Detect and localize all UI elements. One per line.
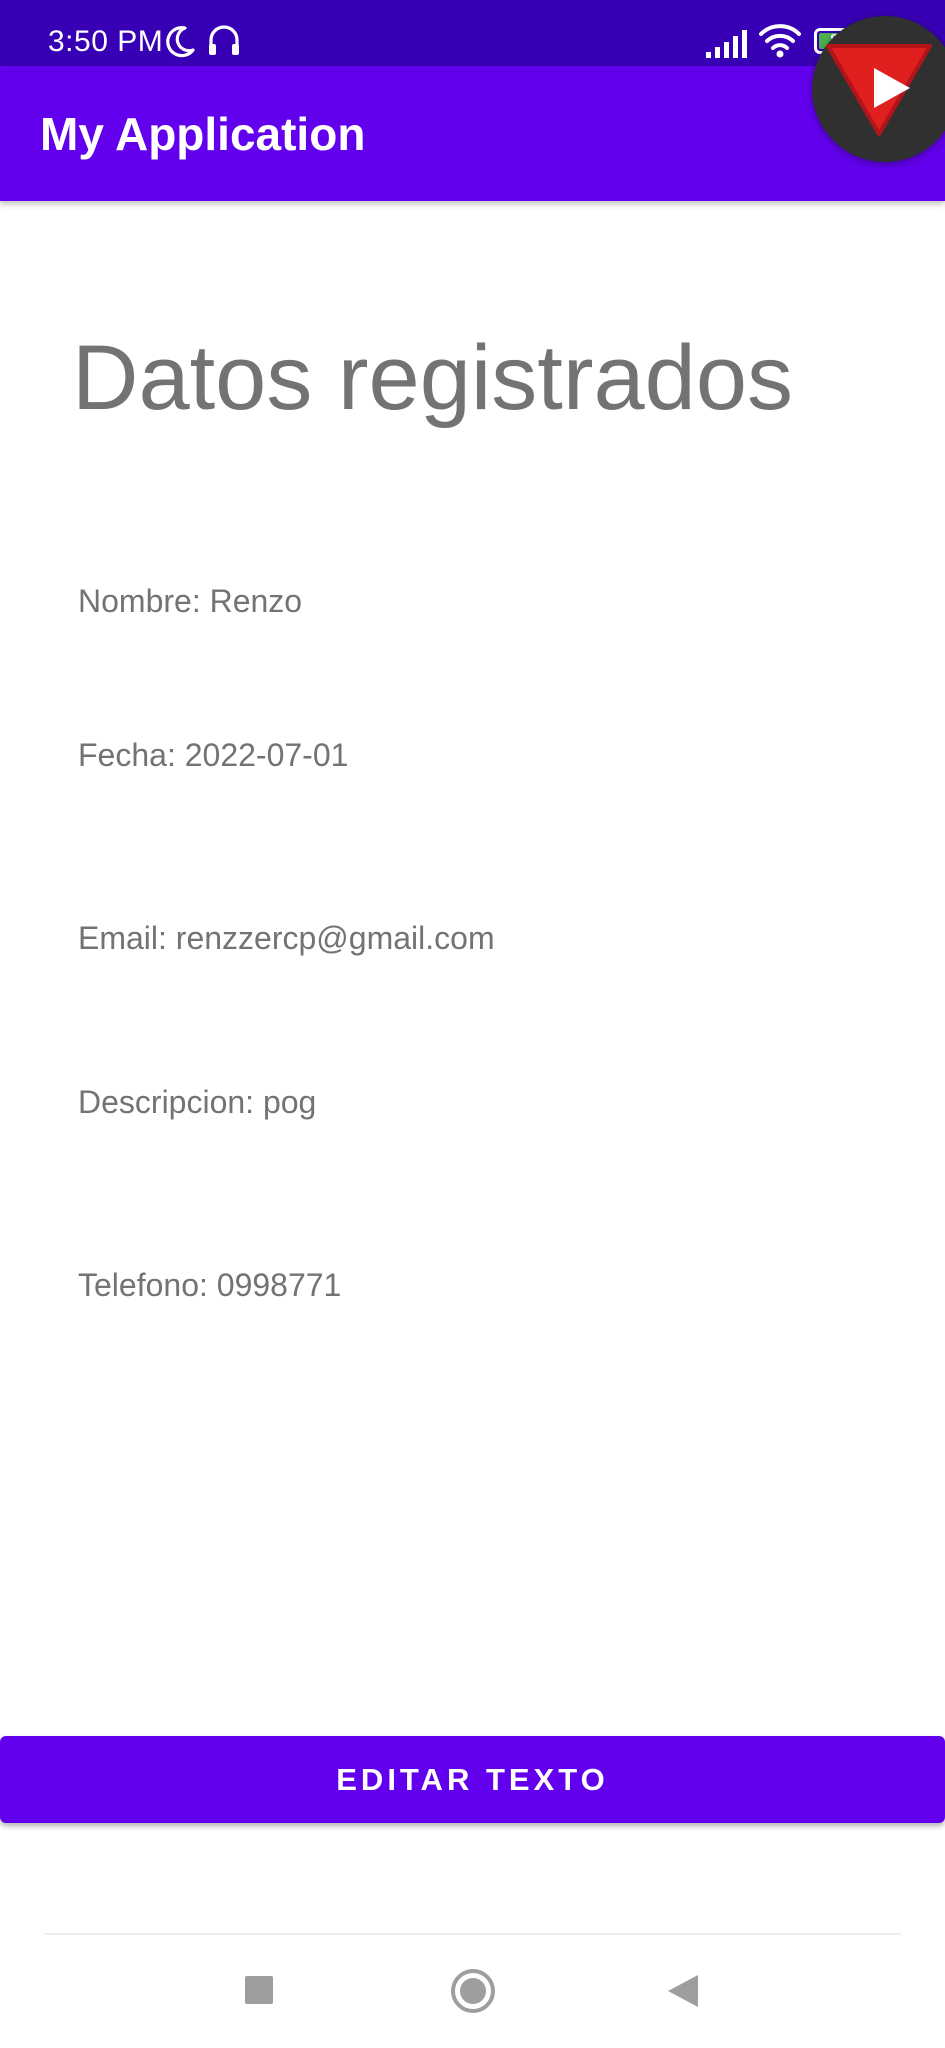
nav-divider	[44, 1933, 901, 1935]
status-bar: 3:50 PM 87	[0, 0, 945, 66]
field-nombre: Nombre: Renzo	[78, 583, 303, 619]
status-time: 3:50 PM	[48, 25, 164, 58]
screen-recorder-icon	[826, 44, 932, 136]
moon-icon	[166, 26, 195, 58]
recent-apps-icon[interactable]	[244, 1975, 274, 2005]
wifi-icon	[759, 24, 801, 58]
headphones-icon	[209, 25, 239, 55]
screen-recorder-bubble[interactable]	[812, 16, 945, 162]
page-heading: Datos registrados	[72, 327, 793, 429]
app-title: My Application	[40, 108, 366, 160]
app-bar: My Application	[0, 66, 945, 201]
field-email: Email: renzzercp@gmail.com	[78, 920, 495, 956]
field-telefono: Telefono: 0998771	[78, 1267, 342, 1303]
field-descripcion: Descripcion: pog	[78, 1084, 317, 1120]
back-icon[interactable]	[666, 1973, 700, 2009]
home-icon[interactable]	[450, 1968, 496, 2014]
field-fecha: Fecha: 2022-07-01	[78, 737, 349, 773]
signal-icon	[706, 30, 747, 58]
edit-text-button[interactable]: EDITAR TEXTO	[0, 1736, 945, 1823]
